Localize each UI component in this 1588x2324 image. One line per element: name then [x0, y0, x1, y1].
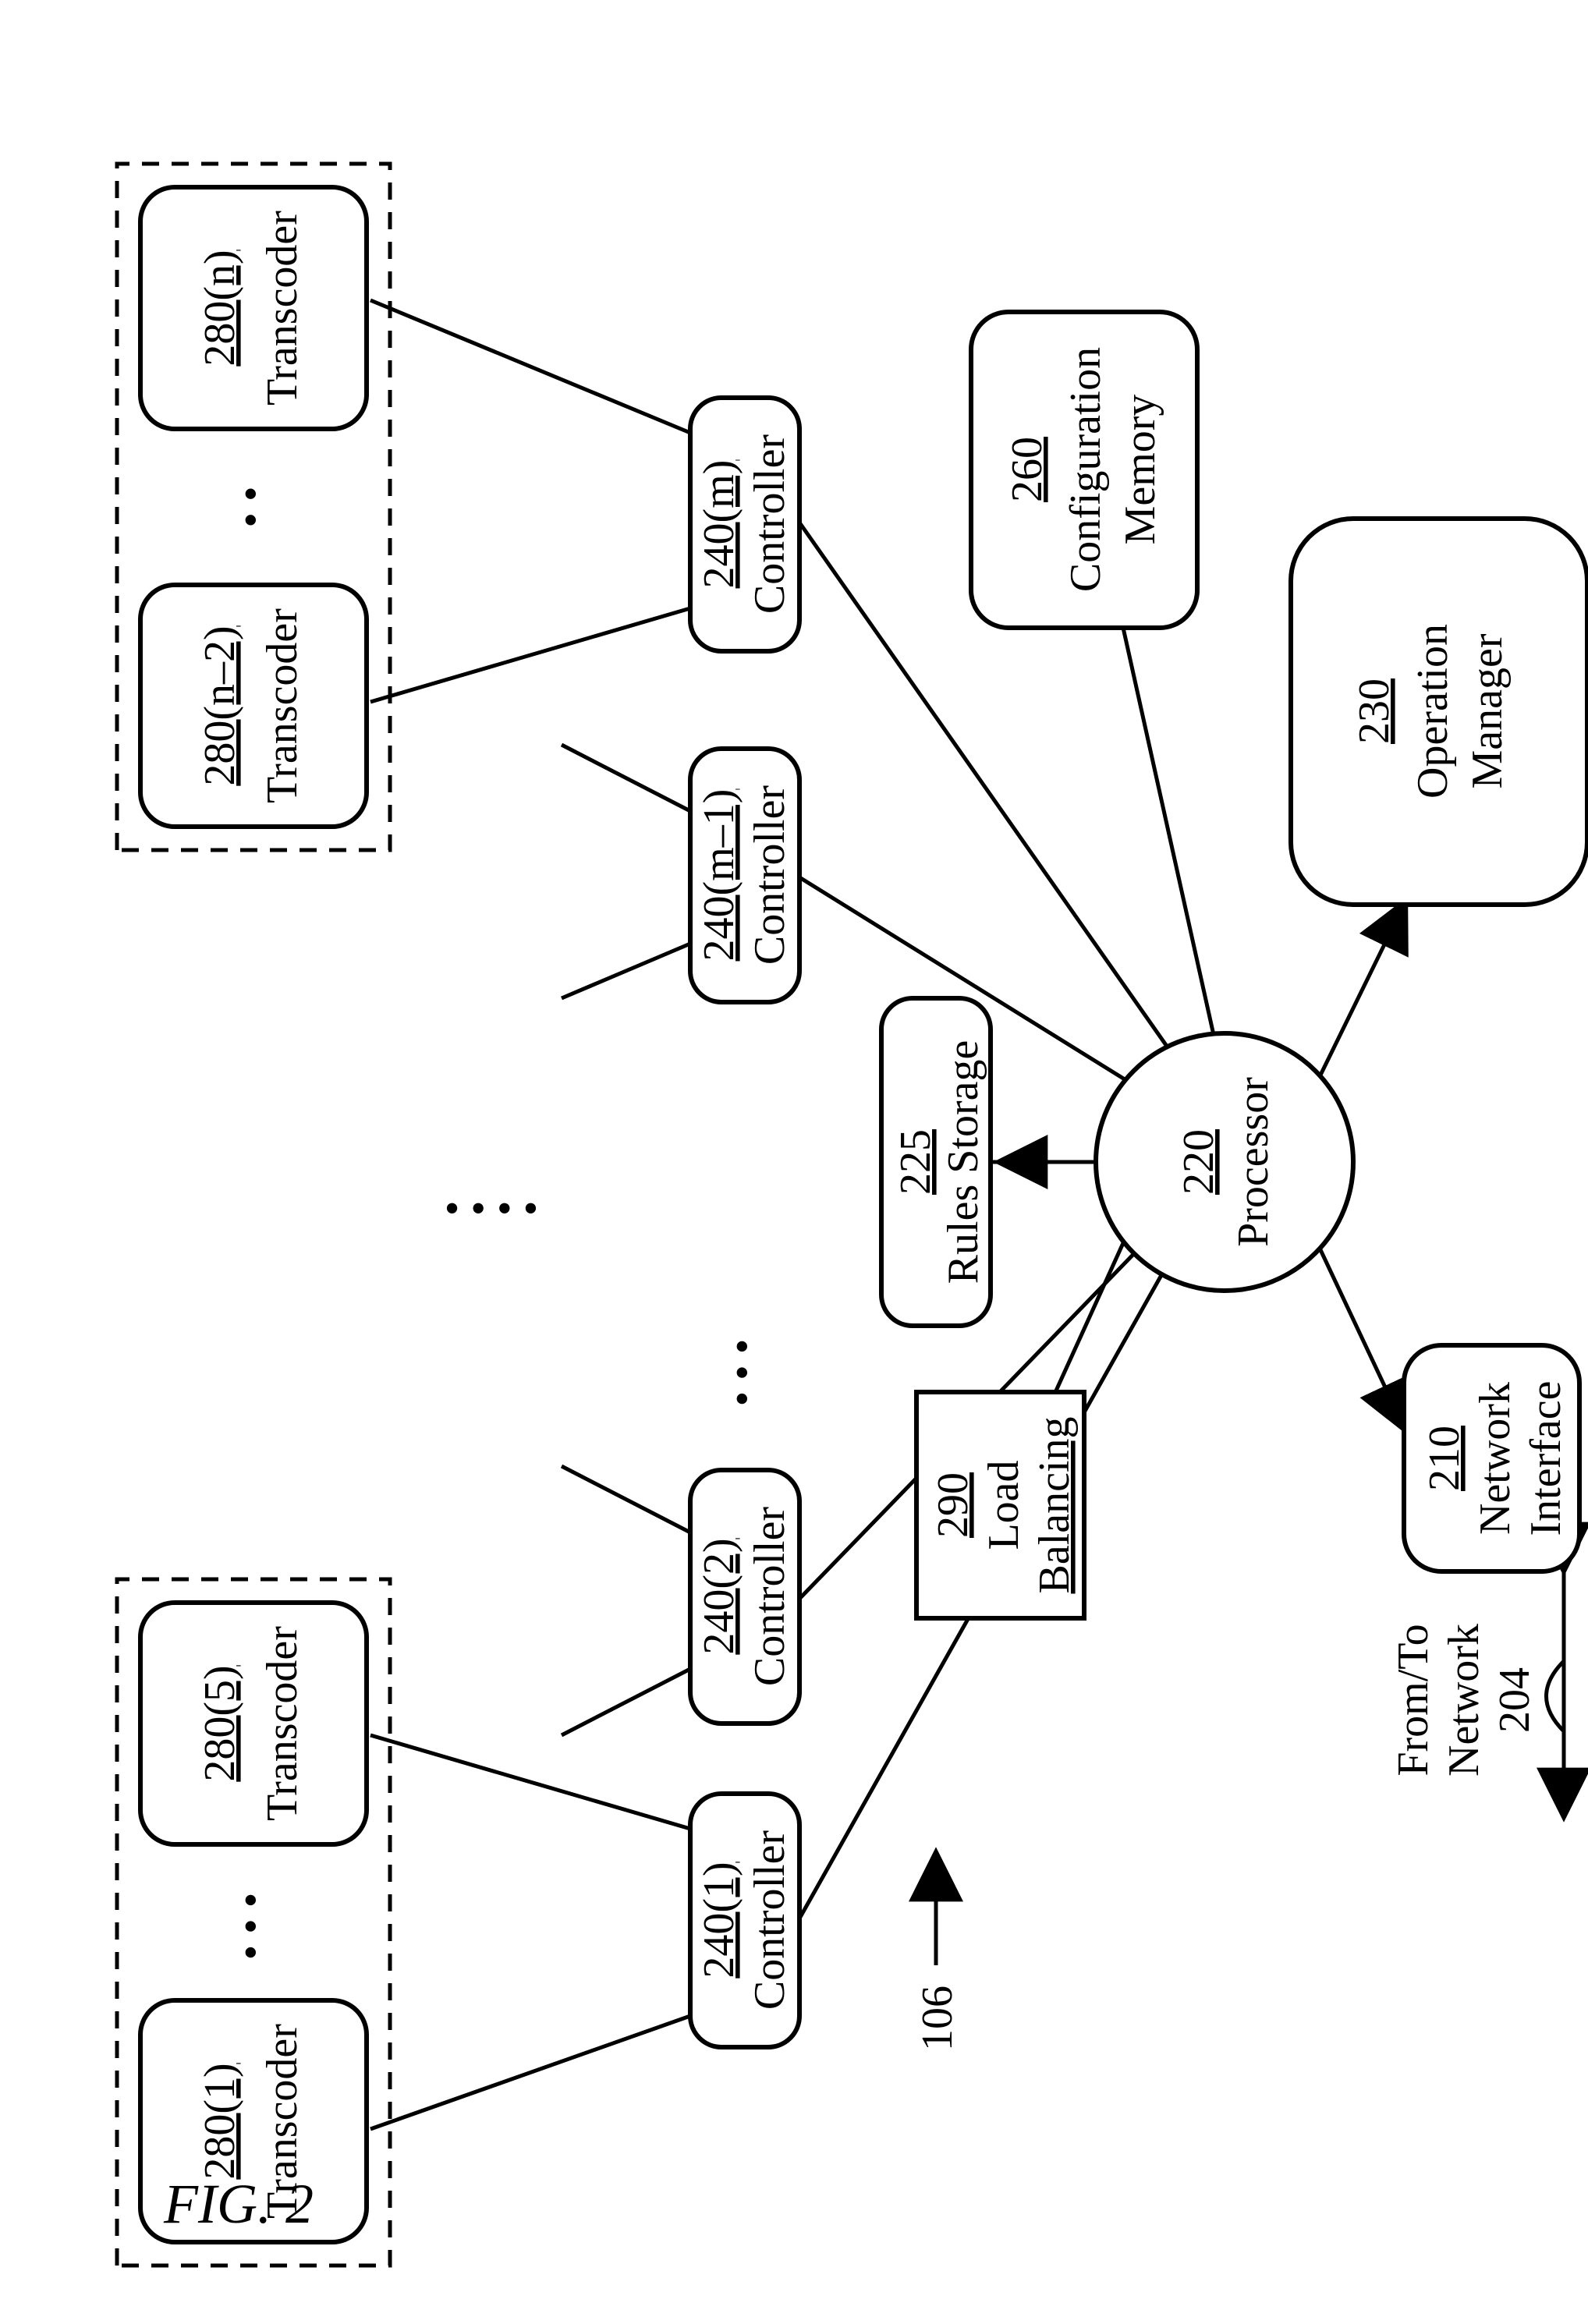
svg-text:Operation: Operation [1409, 624, 1457, 799]
controller-m: 240(m)Controller [690, 398, 799, 651]
svg-text:240(m): 240(m) [695, 460, 743, 589]
svg-text:280(5): 280(5) [196, 1665, 244, 1781]
ellipsis-dots: • • • [227, 1893, 275, 1961]
svg-text:Load: Load [980, 1460, 1028, 1550]
svg-text:225: 225 [891, 1129, 940, 1195]
svg-text:Transcoder: Transcoder [258, 211, 307, 406]
svg-text:Controller: Controller [746, 1830, 794, 2010]
transcoder-n: 280(n) Transcoder [140, 187, 367, 429]
svg-text:290: 290 [929, 1472, 977, 1538]
processor: 220Processor [1096, 1033, 1353, 1291]
svg-text:Manager: Manager [1463, 633, 1512, 788]
controller-m-1: 240(m–1)Controller [690, 749, 799, 1002]
svg-text:240(2): 240(2) [695, 1538, 743, 1654]
configuration-memory: 260ConfigurationMemory [971, 312, 1197, 628]
figure-label: FIG. 2 [163, 2173, 314, 2235]
operation-manager: 230OperationManager [1291, 519, 1587, 905]
rules-storage: 225Rules Storage [881, 998, 991, 1326]
svg-text:Rules Storage: Rules Storage [939, 1040, 987, 1284]
svg-text:210: 210 [1420, 1426, 1469, 1491]
network-curl [1547, 1661, 1565, 1731]
svg-text:Balancing: Balancing [1030, 1416, 1079, 1593]
svg-text:Controller: Controller [746, 785, 794, 965]
controller-2: 240(2)Controller [690, 1470, 799, 1724]
svg-text:Controller: Controller [746, 434, 794, 615]
transcoder-n-2: 280(n–2) Transcoder [140, 585, 367, 827]
svg-text:Memory: Memory [1116, 395, 1164, 545]
network-ref: 204 [1491, 1667, 1539, 1733]
svg-text:280(n): 280(n) [196, 250, 244, 366]
svg-text:Network: Network [1471, 1382, 1519, 1535]
network-label-2: Network [1440, 1624, 1488, 1777]
svg-text:260: 260 [1003, 437, 1051, 502]
system-ref: 106 [913, 1986, 962, 2051]
controller-1: 240(1)Controller [690, 1794, 799, 2047]
svg-text:Controller: Controller [746, 1507, 794, 1687]
diagram-canvas: 280(1)Transcoder • • • 280(5)Transcoder … [0, 0, 1588, 2324]
svg-text:Transcoder: Transcoder [258, 1626, 307, 1821]
load-balancing: 290LoadBalancing [916, 1392, 1084, 1618]
ellipsis-dots: • • • [718, 1339, 767, 1407]
ellipsis-dots: • • [227, 486, 275, 527]
svg-text:220: 220 [1175, 1129, 1223, 1195]
svg-text:Configuration: Configuration [1062, 347, 1110, 592]
ellipsis-dots: • • • • [445, 1185, 538, 1233]
svg-text:Processor: Processor [1229, 1077, 1278, 1247]
svg-text:280(n–2): 280(n–2) [196, 625, 244, 785]
svg-text:Interface: Interface [1522, 1381, 1570, 1536]
svg-text:Transcoder: Transcoder [258, 608, 307, 803]
network-label-1: From/To [1389, 1624, 1437, 1776]
transcoder-5: 280(5) Transcoder [140, 1603, 367, 1844]
svg-text:240(1): 240(1) [695, 1862, 743, 1978]
network-interface: 210NetworkInterface [1404, 1345, 1579, 1571]
svg-text:230: 230 [1350, 678, 1398, 744]
svg-text:240(m–1): 240(m–1) [695, 789, 743, 962]
svg-text:280(1): 280(1) [196, 2063, 244, 2179]
